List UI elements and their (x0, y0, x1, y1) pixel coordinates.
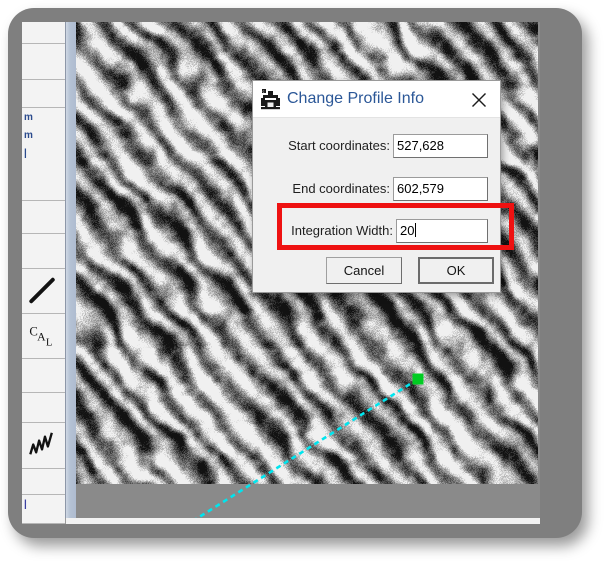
window-outer-frame: m m | C A L | c Change Profile Info Star… (8, 8, 582, 538)
integration-width-input[interactable]: 20 (396, 219, 488, 243)
unit-label-1: m (24, 112, 33, 123)
tool-cell-profile[interactable] (22, 423, 65, 469)
tool-cell-6[interactable] (22, 234, 65, 269)
dialog-title: Change Profile Info (287, 90, 424, 107)
tool-cell-13[interactable]: | (22, 495, 65, 524)
integration-width-value: 20 (400, 223, 415, 238)
end-coordinates-label: End coordinates: (292, 181, 390, 196)
close-x-glyph (472, 93, 486, 107)
text-caret (415, 223, 417, 237)
unit-label-3: | (24, 148, 27, 159)
application-window: m m | C A L | c Change Profile Info Star… (22, 22, 540, 524)
microscope-profile-icon: c (261, 89, 280, 110)
start-coordinates-input[interactable]: 527,628 (393, 134, 488, 158)
tool-cell-9[interactable] (22, 359, 65, 393)
end-coordinates-row: End coordinates: 602,579 (253, 177, 500, 203)
screenshot-root: m m | C A L | c Change Profile Info Star… (0, 0, 604, 561)
svg-text:c: c (263, 90, 265, 94)
tool-cell-line[interactable] (22, 269, 65, 314)
tool-cell-calibration[interactable]: C A L (22, 314, 65, 359)
unit-label-2: m (24, 130, 33, 141)
tool-cell-13-mark: | (24, 499, 27, 510)
profile-wave-icon (29, 432, 53, 455)
tool-cell-3[interactable] (22, 80, 65, 108)
change-profile-info-dialog: c Change Profile Info Start coordinates:… (252, 80, 501, 293)
tool-cell-2[interactable] (22, 44, 65, 80)
integration-width-label: Integration Width: (291, 223, 393, 238)
tool-cell-12[interactable] (22, 469, 65, 495)
cancel-button[interactable]: Cancel (326, 257, 402, 284)
tool-cell-5[interactable] (22, 201, 65, 234)
tool-cell-1[interactable] (22, 22, 65, 44)
integration-width-row: Integration Width: 20 (253, 219, 500, 245)
start-coordinates-row: Start coordinates: 527,628 (253, 134, 500, 160)
start-coordinates-label: Start coordinates: (288, 138, 390, 153)
close-icon[interactable] (458, 81, 500, 117)
left-tool-strip: m m | C A L | (22, 22, 66, 524)
end-coordinates-input[interactable]: 602,579 (393, 177, 488, 201)
svg-text:A: A (37, 330, 46, 343)
tool-cell-units[interactable]: m m | (22, 108, 65, 201)
calibration-icon: C A L (29, 325, 53, 349)
line-tool-icon (29, 277, 55, 304)
tool-cell-10[interactable] (22, 393, 65, 423)
dialog-title-bar: c Change Profile Info (253, 81, 500, 118)
svg-text:L: L (46, 336, 53, 348)
ok-button[interactable]: OK (418, 257, 494, 284)
